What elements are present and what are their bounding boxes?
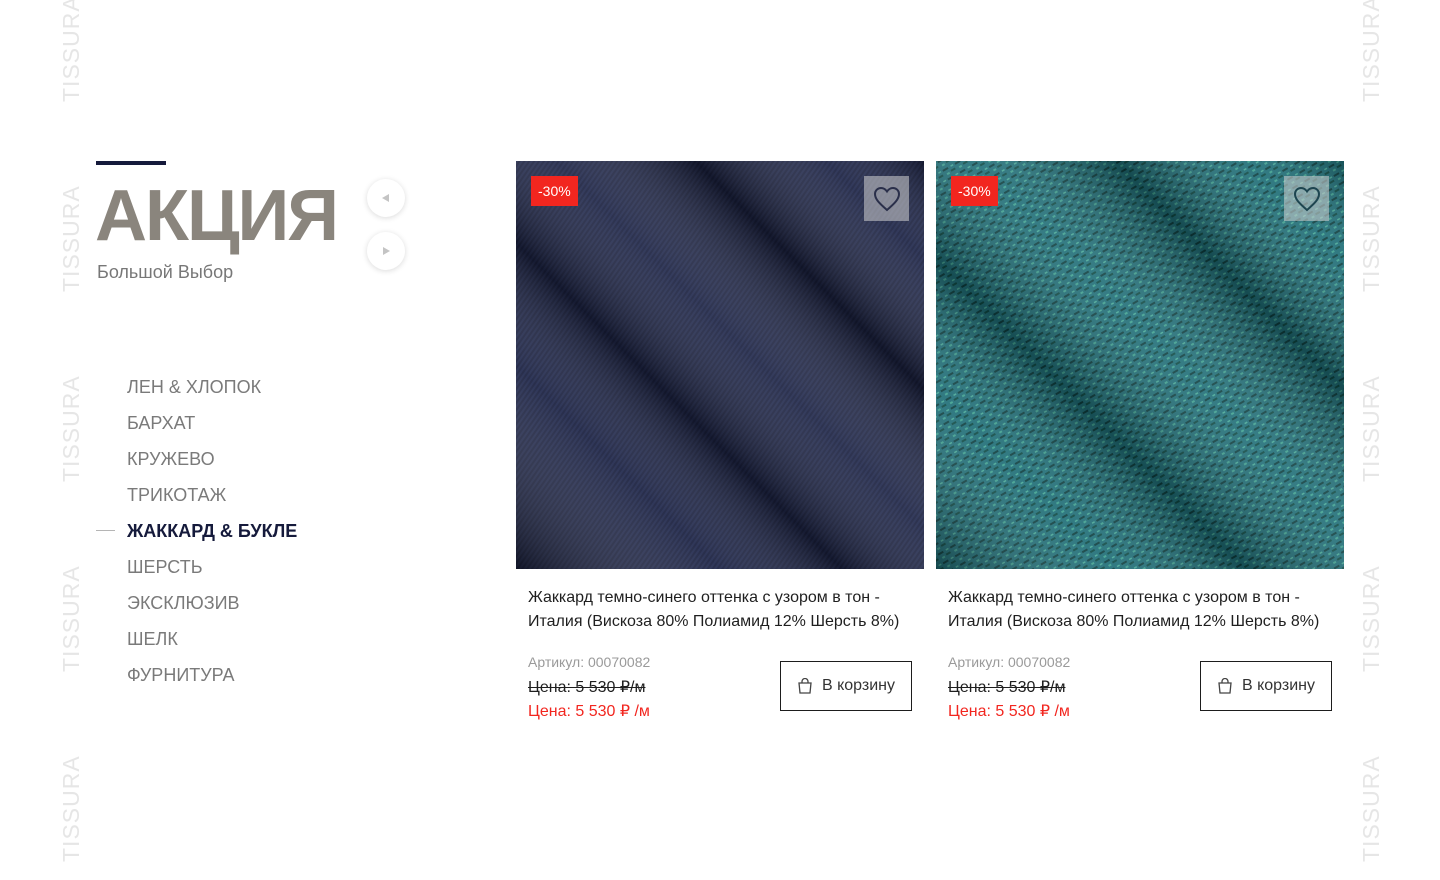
- category-label: ТРИКОТАЖ: [127, 485, 227, 505]
- section-title: АКЦИЯ: [95, 176, 339, 256]
- add-to-cart-label: В корзину: [1241, 677, 1316, 694]
- fabric-image-teal: [936, 161, 1344, 569]
- watermark-text: TISSURA: [1358, 0, 1384, 102]
- category-label: ФУРНИТУРА: [127, 665, 235, 685]
- watermark-text: TISSURA: [1358, 375, 1384, 482]
- watermark-text: TISSURA: [58, 375, 84, 482]
- sale-price: Цена: 5 530 ₽ /м: [528, 703, 650, 720]
- category-item-furnitura[interactable]: ФУРНИТУРА: [96, 662, 297, 698]
- discount-badge: -30%: [531, 176, 578, 206]
- category-item-trikotazh[interactable]: ТРИКОТАЖ: [96, 482, 297, 518]
- watermark-text: TISSURA: [1358, 755, 1384, 862]
- product-name[interactable]: Жаккард темно-синего оттенка с узором в …: [528, 586, 912, 634]
- category-label: БАРХАТ: [127, 413, 196, 433]
- category-label: ЛЕН & ХЛОПОК: [127, 377, 262, 397]
- category-item-barhat[interactable]: БАРХАТ: [96, 410, 297, 446]
- heart-icon: [873, 186, 900, 211]
- triangle-right-icon: [383, 247, 390, 255]
- add-to-cart-button[interactable]: В корзину: [780, 661, 912, 711]
- fabric-image-navy: [516, 161, 924, 569]
- category-item-kruzhevo[interactable]: КРУЖЕВО: [96, 446, 297, 482]
- watermark-text: TISSURA: [1358, 565, 1384, 672]
- active-indicator-dash: [96, 530, 115, 531]
- product-image[interactable]: -30%: [516, 161, 924, 569]
- product-card: -30% Жаккард темно-синего оттенка с узор…: [516, 161, 924, 720]
- favorite-button[interactable]: [1284, 176, 1329, 221]
- slider-prev-button[interactable]: [367, 179, 405, 217]
- shopping-bag-icon: [798, 678, 812, 694]
- watermark-text: TISSURA: [58, 565, 84, 672]
- category-item-eksklyuziv[interactable]: ЭКСКЛЮЗИВ: [96, 590, 297, 626]
- section-subtitle: Большой Выбор: [97, 262, 234, 282]
- watermark-text: TISSURA: [58, 0, 84, 102]
- product-sku: Артикул: 00070082: [948, 654, 1071, 670]
- discount-badge: -30%: [951, 176, 998, 206]
- category-label: ШЕРСТЬ: [127, 557, 203, 577]
- category-label: КРУЖЕВО: [127, 449, 215, 469]
- category-label: ЖАККАРД & БУКЛЕ: [127, 521, 298, 541]
- watermark-text: TISSURA: [58, 185, 84, 292]
- category-item-shelk[interactable]: ШЕЛК: [96, 626, 297, 662]
- product-card: -30% Жаккард темно-синего оттенка с узор…: [936, 161, 1344, 720]
- add-to-cart-label: В корзину: [821, 677, 896, 694]
- title-accent-bar: [96, 161, 166, 165]
- sale-price: Цена: 5 530 ₽ /м: [948, 703, 1070, 720]
- shopping-bag-icon: [1218, 678, 1232, 694]
- product-meta: Артикул: 00070082 Цена: 5 530 ₽/м Цена: …: [948, 634, 1332, 720]
- slider-next-button[interactable]: [367, 232, 405, 270]
- old-price: Цена: 5 530 ₽/м: [948, 679, 1066, 696]
- triangle-left-icon: [382, 194, 389, 202]
- old-price: Цена: 5 530 ₽/м: [528, 679, 646, 696]
- product-name[interactable]: Жаккард темно-синего оттенка с узором в …: [948, 586, 1332, 634]
- category-label: ШЕЛК: [127, 629, 178, 649]
- heart-icon: [1293, 186, 1320, 211]
- watermark-text: TISSURA: [1358, 185, 1384, 292]
- favorite-button[interactable]: [864, 176, 909, 221]
- category-item-sherst[interactable]: ШЕРСТЬ: [96, 554, 297, 590]
- add-to-cart-button[interactable]: В корзину: [1200, 661, 1332, 711]
- category-label: ЭКСКЛЮЗИВ: [127, 593, 240, 613]
- product-meta: Артикул: 00070082 Цена: 5 530 ₽/м Цена: …: [528, 634, 912, 720]
- watermark-text: TISSURA: [58, 755, 84, 862]
- category-item-zhakkard-bukle[interactable]: ЖАККАРД & БУКЛЕ: [96, 518, 297, 554]
- category-item-len-hlopok[interactable]: ЛЕН & ХЛОПОК: [96, 374, 297, 410]
- category-list: ЛЕН & ХЛОПОК БАРХАТ КРУЖЕВО ТРИКОТАЖ ЖАК…: [96, 374, 297, 698]
- product-image[interactable]: -30%: [936, 161, 1344, 569]
- product-sku: Артикул: 00070082: [528, 654, 651, 670]
